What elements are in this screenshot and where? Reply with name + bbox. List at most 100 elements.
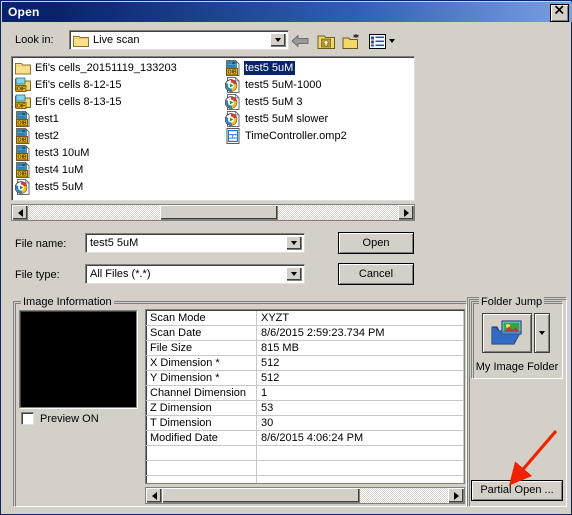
info-table-row: Y Dimension * 512 bbox=[146, 370, 464, 386]
filetype-select[interactable]: All Files (*.*) bbox=[85, 264, 305, 284]
info-table-row: X Dimension * 512 bbox=[146, 355, 464, 371]
chevron-down-icon bbox=[275, 38, 281, 42]
info-value: 53 bbox=[256, 400, 464, 416]
filename-input[interactable]: test5 5uM bbox=[85, 233, 305, 253]
info-value bbox=[256, 475, 464, 483]
back-button[interactable] bbox=[289, 31, 311, 51]
oib-file-icon: OIB bbox=[226, 59, 240, 76]
file-list-item[interactable]: TimeController.omp2 bbox=[225, 127, 410, 144]
chevron-down-icon bbox=[291, 272, 297, 276]
close-button[interactable] bbox=[550, 4, 569, 22]
file-list-item-label: test5 5uM bbox=[244, 60, 296, 75]
file-list-items: Efi's cells_20151119_133203 OIF Efi's cell… bbox=[12, 57, 414, 198]
scroll-left-button[interactable] bbox=[146, 488, 162, 503]
window-title: Open bbox=[8, 5, 40, 19]
scroll-track[interactable] bbox=[28, 205, 398, 220]
my-image-folder-label: My Image Folder bbox=[475, 361, 559, 373]
info-key: Modified Date bbox=[146, 430, 257, 446]
filetype-label: File type: bbox=[15, 269, 60, 281]
file-list-item[interactable]: Efi's cells_20151119_133203 bbox=[15, 59, 225, 76]
file-list-item[interactable]: OIB test5 5uM bbox=[225, 59, 410, 76]
svg-text:OIB: OIB bbox=[18, 120, 27, 126]
partial-open-button[interactable]: Partial Open ... bbox=[471, 480, 563, 501]
preview-thumbnail bbox=[19, 310, 137, 408]
file-list-item[interactable]: OIB test1 bbox=[15, 110, 225, 127]
info-key bbox=[146, 445, 257, 461]
folder-jump-dropdown-button[interactable] bbox=[534, 313, 550, 353]
chevron-down-icon bbox=[389, 39, 395, 43]
scroll-left-button[interactable] bbox=[12, 205, 28, 220]
lookin-value: Live scan bbox=[93, 34, 140, 46]
file-list-item[interactable]: OIF Efi's cells 8-13-15 bbox=[15, 93, 225, 110]
info-value: 30 bbox=[256, 415, 464, 431]
info-value bbox=[256, 445, 464, 461]
preview-on-label: Preview ON bbox=[40, 412, 99, 425]
triangle-right-icon bbox=[453, 491, 459, 500]
info-table: Scan Mode XYZT Scan Date 8/6/2015 2:59:23.7… bbox=[146, 311, 464, 483]
new-folder-button[interactable] bbox=[341, 31, 363, 51]
filetype-dropdown-button[interactable] bbox=[286, 267, 302, 281]
svg-text:OIB: OIB bbox=[18, 171, 27, 177]
filename-dropdown-button[interactable] bbox=[286, 236, 302, 250]
image-information-table[interactable]: Scan Mode XYZT Scan Date 8/6/2015 2:59:23.7… bbox=[145, 309, 465, 484]
info-table-row: Channel Dimension 1 bbox=[146, 385, 464, 401]
file-list-item-label: test5 5uM 3 bbox=[245, 95, 303, 108]
file-list-item[interactable]: OIB test4 1uM bbox=[15, 161, 225, 178]
up-one-level-button[interactable] bbox=[315, 31, 337, 51]
folder-icon bbox=[73, 35, 89, 47]
my-image-folder-button[interactable] bbox=[482, 313, 532, 353]
info-key: Scan Date bbox=[146, 325, 257, 341]
info-table-horizontal-scrollbar[interactable] bbox=[145, 487, 465, 504]
info-table-row: Scan Date 8/6/2015 2:59:23.734 PM bbox=[146, 325, 464, 341]
media-file-icon bbox=[225, 76, 240, 93]
info-table-row: Scan Mode XYZT bbox=[146, 311, 464, 326]
views-button[interactable] bbox=[367, 31, 397, 51]
scroll-right-button[interactable] bbox=[398, 205, 414, 220]
info-table-row: File Size 815 MB bbox=[146, 340, 464, 356]
oib-file-icon: OIB bbox=[16, 161, 30, 178]
svg-text:OIB: OIB bbox=[18, 154, 27, 160]
file-list-item-label: test5 5uM-1000 bbox=[245, 78, 322, 91]
info-value: 1 bbox=[256, 385, 464, 401]
file-list-item-label: Efi's cells_20151119_133203 bbox=[35, 61, 177, 74]
scroll-right-button[interactable] bbox=[448, 488, 464, 503]
file-list-item[interactable]: test5 5uM slower bbox=[225, 110, 410, 127]
scroll-thumb[interactable] bbox=[160, 205, 278, 220]
info-key: Z Dimension bbox=[146, 400, 257, 416]
preview-on-checkbox-row[interactable]: Preview ON bbox=[21, 412, 99, 425]
svg-text:OIF: OIF bbox=[17, 86, 25, 92]
folder-icon bbox=[15, 62, 31, 74]
triangle-right-icon bbox=[403, 208, 409, 217]
lookin-combobox[interactable]: Live scan bbox=[69, 30, 289, 50]
file-list-item[interactable]: test5 5uM 3 bbox=[225, 93, 410, 110]
info-key: File Size bbox=[146, 340, 257, 356]
oif-folder-icon: OIF bbox=[15, 77, 31, 92]
file-list-item-label: test3 10uM bbox=[35, 146, 90, 159]
file-list-item-label: test5 5uM slower bbox=[245, 112, 329, 125]
info-value: 512 bbox=[256, 355, 464, 371]
omp2-file-icon bbox=[226, 127, 240, 144]
info-value bbox=[256, 460, 464, 476]
file-list-item[interactable]: test5 5uM bbox=[15, 178, 225, 195]
title-bar: Open bbox=[2, 2, 572, 22]
info-table-row: Modified Date 8/6/2015 4:06:24 PM bbox=[146, 430, 464, 446]
info-key bbox=[146, 460, 257, 476]
file-list[interactable]: Efi's cells_20151119_133203 OIF Efi's cell… bbox=[11, 56, 415, 201]
media-file-icon bbox=[15, 178, 30, 195]
info-table-row-empty bbox=[146, 460, 464, 476]
oib-file-icon: OIB bbox=[16, 127, 30, 144]
oib-file-icon: OIB bbox=[16, 144, 30, 161]
lookin-dropdown-button[interactable] bbox=[270, 33, 286, 47]
svg-text:OIF: OIF bbox=[17, 103, 25, 109]
file-list-item[interactable]: OIB test2 bbox=[15, 127, 225, 144]
file-list-item[interactable]: OIF Efi's cells 8-12-15 bbox=[15, 76, 225, 93]
open-button[interactable]: Open bbox=[338, 232, 414, 254]
scroll-track[interactable] bbox=[162, 488, 448, 503]
file-list-item[interactable]: test5 5uM-1000 bbox=[225, 76, 410, 93]
file-list-horizontal-scrollbar[interactable] bbox=[11, 204, 415, 221]
file-list-item-label: test1 bbox=[35, 112, 59, 125]
scroll-thumb[interactable] bbox=[162, 488, 360, 503]
file-list-item[interactable]: OIB test3 10uM bbox=[15, 144, 225, 161]
cancel-button[interactable]: Cancel bbox=[338, 263, 414, 285]
preview-on-checkbox[interactable] bbox=[21, 412, 34, 425]
